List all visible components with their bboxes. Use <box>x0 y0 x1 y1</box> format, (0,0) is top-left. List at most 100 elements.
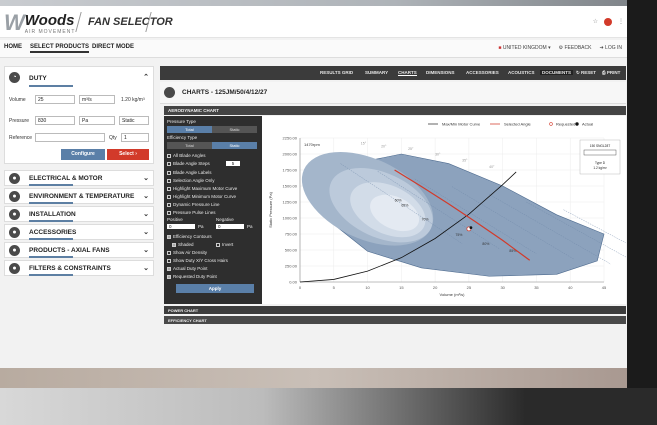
inset-title: 150 SNGL28T <box>590 144 610 148</box>
region-selector[interactable]: ■ UNITED KINGDOM ▾ <box>498 45 550 51</box>
opt-air-density[interactable]: Show Air Density <box>167 250 207 255</box>
y-tick-label: 500.00 <box>285 248 298 253</box>
filter-section[interactable]: ● ELECTRICAL & MOTOR ⌄ <box>4 170 154 186</box>
section-title: FILTERS & CONSTRAINTS <box>29 265 111 272</box>
main-content: RESULTS GRID SUMMARY CHARTS DIMENSIONS A… <box>158 66 632 338</box>
negative-input[interactable]: 0 <box>216 224 244 229</box>
reference-input[interactable] <box>35 133 105 142</box>
logo-mark-icon: W <box>4 10 25 35</box>
nav-select-products[interactable]: SELECT PRODUCTS <box>30 44 90 53</box>
opt-show-duty[interactable]: Show Duty X/Y Cross Hairs <box>167 258 228 263</box>
pressure-unit-select[interactable]: Pa <box>79 116 115 125</box>
filter-section[interactable]: ● PRODUCTS - AXIAL FANS ⌄ <box>4 242 154 258</box>
pressure-type-label: Pressure Type <box>167 119 196 124</box>
x-tick-label: 25 <box>467 285 472 290</box>
chevron-down-icon[interactable]: ⌄ <box>143 264 149 272</box>
reset-button[interactable]: ↻ RESET <box>576 70 596 76</box>
filter-section[interactable]: ● INSTALLATION ⌄ <box>4 206 154 222</box>
positive-input[interactable]: 0 <box>167 224 195 229</box>
inset-gauge <box>583 149 617 156</box>
print-button[interactable]: ⎙ PRINT <box>602 70 620 75</box>
section-title: ACCESSORIES <box>29 229 77 236</box>
opt-highlight-min[interactable]: Highlight Minimum Motor Curve <box>167 194 236 199</box>
chevron-up-icon[interactable]: ⌃ <box>143 73 149 81</box>
chevron-down-icon[interactable]: ⌄ <box>143 192 149 200</box>
inset-density: 1.2 kg/m³ <box>593 166 606 170</box>
tab-dimensions[interactable]: DIMENSIONS <box>426 70 455 75</box>
efficiency-chart-header[interactable]: EFFICIENCY CHART <box>164 316 626 324</box>
angle-label: 15° <box>361 141 367 145</box>
aerodynamic-chart-header[interactable]: AERODYNAMIC CHART <box>164 106 626 115</box>
rpm-label: 1470rpm <box>304 142 320 147</box>
filter-section[interactable]: ● ENVIRONMENT & TEMPERATURE ⌄ <box>4 188 154 204</box>
volume-unit-select[interactable]: m³/s <box>79 95 115 104</box>
profile-icon[interactable] <box>604 18 612 26</box>
x-tick-label: 15 <box>399 285 404 290</box>
volume-label: Volume <box>9 97 26 103</box>
pressure-input[interactable]: 830 <box>35 116 75 125</box>
opt-all-blade[interactable]: All Blade Angles <box>167 153 206 158</box>
link-icon: ● <box>9 263 20 274</box>
filter-section[interactable]: ● ACCESSORIES ⌄ <box>4 224 154 240</box>
app-header: W Woods AIR MOVEMENT FAN SELECTOR ☆ ⋮ <box>0 6 632 38</box>
opt-invert[interactable]: Invert <box>216 242 233 247</box>
x-tick-label: 5 <box>333 285 336 290</box>
woods-logo[interactable]: W Woods AIR MOVEMENT <box>4 10 75 36</box>
app-title: FAN SELECTOR <box>88 16 173 28</box>
contour-label: 80% <box>482 242 489 246</box>
legend-label: Max/Min Motor Curve <box>442 122 481 127</box>
leaf-icon: ● <box>9 191 20 202</box>
star-icon[interactable]: ☆ <box>593 18 598 26</box>
apply-button[interactable]: Apply <box>176 284 254 293</box>
filter-section[interactable]: ● FILTERS & CONSTRAINTS ⌄ <box>4 260 154 276</box>
y-tick-label: 1250.00 <box>283 200 298 205</box>
pressure-type-select[interactable]: Static <box>119 116 149 125</box>
menu-icon[interactable]: ⋮ <box>618 18 624 26</box>
tab-accessories[interactable]: ACCESSORIES <box>466 70 499 75</box>
qty-input[interactable]: 1 <box>121 133 149 142</box>
tab-charts[interactable]: CHARTS <box>398 70 417 76</box>
nav-direct-mode[interactable]: DIRECT MODE <box>92 44 134 50</box>
chevron-down-icon[interactable]: ⌄ <box>143 228 149 236</box>
opt-shaded[interactable]: Shaded <box>172 242 194 247</box>
opt-dynamic-line[interactable]: Dynamic Pressure Line <box>167 202 220 207</box>
background-bottom <box>0 388 657 425</box>
opt-blade-steps[interactable]: Blade Angle Steps 5 <box>167 161 241 166</box>
opt-highlight-max[interactable]: Highlight Maximum Motor Curve <box>167 186 237 191</box>
login-link[interactable]: ➜ LOG IN <box>599 45 622 51</box>
contour-label: 60% <box>395 198 402 202</box>
efficiency-type-toggle[interactable]: Total Static <box>167 142 257 149</box>
aerodynamic-chart: 0.00 250.00 500.00 750.00 1000.00 1250.00 1500… <box>262 116 632 304</box>
tab-results-grid[interactable]: RESULTS GRID <box>320 70 353 75</box>
opt-actual-duty[interactable]: Actual Duty Point <box>167 266 208 271</box>
x-tick-label: 0 <box>299 285 302 290</box>
configure-button[interactable]: Configure <box>61 149 105 160</box>
x-tick-label: 35 <box>534 285 539 290</box>
tab-summary[interactable]: SUMMARY <box>365 70 388 75</box>
y-tick-label: 2250.00 <box>283 136 298 141</box>
contour-label: 70% <box>422 218 429 222</box>
chevron-down-icon[interactable]: ⌄ <box>143 174 149 182</box>
wrench-icon: ● <box>9 209 20 220</box>
opt-selection-only[interactable]: Selection Angle Only <box>167 178 215 183</box>
y-tick-label: 1000.00 <box>283 216 298 221</box>
charts-title: CHARTS - 125JM/50/4/12/27 <box>182 89 268 96</box>
logo-subtitle: AIR MOVEMENT <box>24 28 76 35</box>
tab-acoustics[interactable]: ACOUSTICS <box>508 70 535 75</box>
power-chart-header[interactable]: POWER CHART <box>164 306 626 314</box>
tab-documents[interactable]: DOCUMENTS <box>540 70 573 75</box>
pressure-label: Pressure <box>9 118 30 124</box>
results-tabs: RESULTS GRID SUMMARY CHARTS DIMENSIONS A… <box>160 66 626 80</box>
opt-requested-duty[interactable]: Requested Duty Point <box>167 274 217 279</box>
feedback-link[interactable]: ⚙ FEEDBACK <box>559 45 592 51</box>
nav-home[interactable]: HOME <box>4 44 22 50</box>
pressure-type-toggle[interactable]: Total Static <box>167 126 257 133</box>
opt-eff-contours[interactable]: Efficiency Contours <box>167 234 212 239</box>
chevron-down-icon[interactable]: ⌄ <box>143 210 149 218</box>
select-button[interactable]: Select › <box>107 149 149 160</box>
opt-blade-labels[interactable]: Blade Angle Labels <box>167 170 212 175</box>
opt-pulse-lines[interactable]: Pressure Pulse Lines <box>167 210 216 215</box>
chevron-down-icon[interactable]: ⌄ <box>143 246 149 254</box>
duty-icon: ◔ <box>9 72 20 83</box>
volume-input[interactable]: 25 <box>35 95 75 104</box>
